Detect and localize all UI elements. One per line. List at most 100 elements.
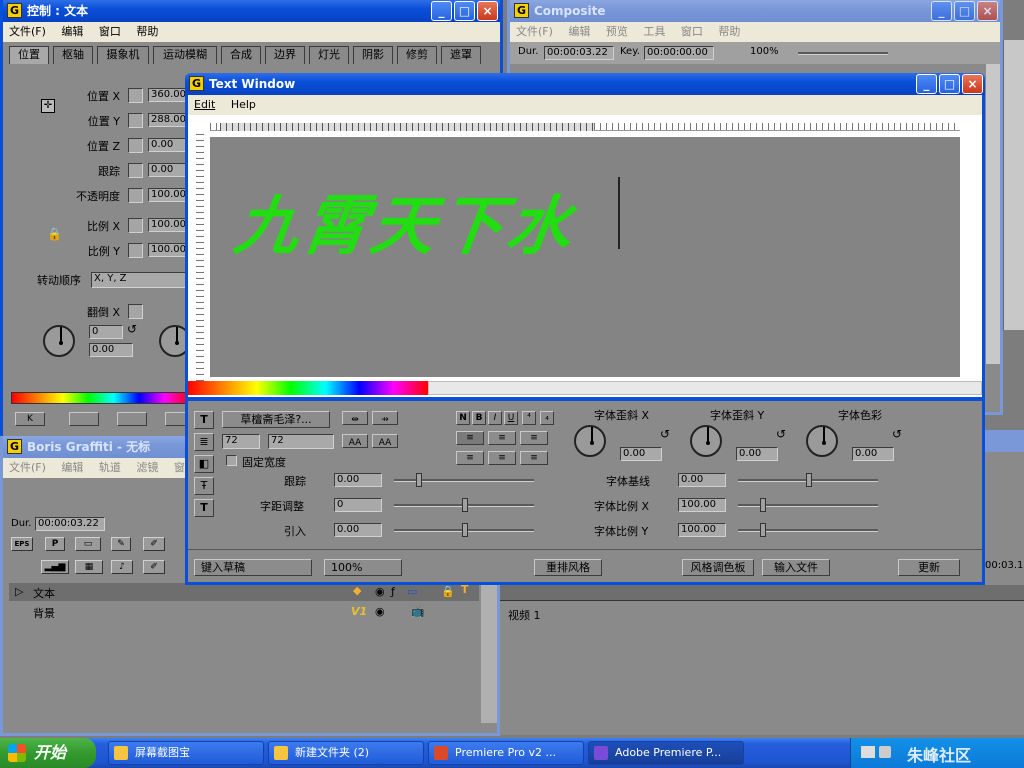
text-color-gradient[interactable]	[188, 381, 428, 395]
style-bold-button[interactable]: B	[472, 411, 486, 425]
expand-icon[interactable]: ▷	[15, 585, 23, 598]
close-icon[interactable]: ×	[977, 1, 998, 21]
tab-composite[interactable]: 合成	[221, 46, 261, 64]
composite-scrollbar[interactable]	[986, 64, 1000, 364]
style-underline-button[interactable]: U	[504, 411, 518, 425]
tab-mask[interactable]: 遮罩	[441, 46, 481, 64]
menu-edit[interactable]: 编辑	[562, 25, 596, 38]
skew-y-dial[interactable]	[690, 425, 722, 457]
style-n-button[interactable]: N	[456, 411, 470, 425]
track-row[interactable]: 背景 V1 ◉ 📺	[9, 603, 479, 621]
menu-file[interactable]: 文件(F)	[510, 25, 559, 38]
key-field[interactable]: 00:00:00.00	[644, 46, 714, 60]
fixed-width-check[interactable]	[226, 455, 237, 466]
close-icon[interactable]: ×	[477, 1, 498, 21]
track-row[interactable]: ▷ 文本 ◆ ◉ ƒ ▭ 🔒 T	[9, 583, 479, 601]
subscript-icon[interactable]: ₄	[540, 411, 554, 425]
justify-center-icon[interactable]: ≡	[488, 451, 516, 465]
lock-icon[interactable]: 🔒	[441, 585, 455, 598]
tab-shadow[interactable]: 阴影	[353, 46, 393, 64]
update-button[interactable]: 更新	[898, 559, 960, 576]
keyframe-check[interactable]	[128, 138, 143, 153]
reset-icon[interactable]: ↺	[660, 427, 670, 441]
style-palette-button[interactable]: 风格调色板	[682, 559, 754, 576]
color-gradient-bar[interactable]	[11, 392, 191, 404]
text-window-title-bar[interactable]: G Text Window _ □ ×	[185, 73, 985, 95]
menu-file[interactable]: 文件(F)	[3, 461, 52, 474]
scale-y-slider[interactable]	[738, 523, 878, 537]
leading-field[interactable]: 0.00	[334, 523, 382, 537]
vertical-ruler[interactable]	[196, 133, 204, 393]
rotation-order-select[interactable]: X, Y, Z	[91, 272, 191, 288]
tool-text-icon[interactable]: T	[194, 411, 214, 429]
timeline-ruler[interactable]	[500, 585, 1024, 601]
menu-window[interactable]: 窗口	[93, 25, 127, 38]
crosshair-icon[interactable]: ✛	[41, 99, 55, 113]
rotation-degrees-field[interactable]: 0.00	[89, 343, 133, 357]
taskbar-item[interactable]: 屏幕截图宝	[108, 741, 264, 765]
track-scrollbar[interactable]	[481, 583, 497, 723]
baseline-field[interactable]: 0.00	[678, 473, 726, 487]
justify-full-icon[interactable]: ≡	[520, 451, 548, 465]
rotation-turns-field[interactable]: 0	[89, 325, 123, 339]
tray-speaker-icon[interactable]	[879, 746, 891, 758]
reflow-style-button[interactable]: 重排风格	[534, 559, 602, 576]
keyframe-check[interactable]	[128, 113, 143, 128]
menu-track[interactable]: 轨道	[93, 461, 127, 474]
taskbar-item[interactable]: Premiere Pro v2 ...	[428, 741, 584, 765]
eye-icon[interactable]: ◉	[375, 605, 385, 618]
menu-tools[interactable]: 工具	[637, 25, 671, 38]
view-button[interactable]	[69, 412, 99, 426]
tray-keyboard-icon[interactable]	[861, 746, 875, 758]
tab-motion-blur[interactable]: 运动模糊	[153, 46, 217, 64]
tv-icon[interactable]: 📺	[411, 605, 425, 618]
font-color-field[interactable]: 0.00	[852, 447, 894, 461]
control-title-bar[interactable]: G 控制 : 文本 _ □ ×	[3, 0, 500, 22]
dur-field[interactable]: 00:00:03.22	[544, 46, 614, 60]
minimize-icon[interactable]: _	[916, 74, 937, 94]
maximize-icon[interactable]: □	[454, 1, 475, 21]
size-up-button[interactable]: AA	[372, 434, 398, 448]
menu-edit[interactable]: 编辑	[55, 461, 89, 474]
collapse-width-icon[interactable]: ⇸	[372, 411, 398, 425]
frame-icon[interactable]: ▭	[75, 537, 101, 551]
eps-button[interactable]: EPS	[11, 537, 33, 551]
composite-title-bar[interactable]: G Composite _ □ ×	[510, 0, 1000, 22]
skew-x-dial[interactable]	[574, 425, 606, 457]
maximize-icon[interactable]: □	[939, 74, 960, 94]
keyframe-check[interactable]	[128, 188, 143, 203]
edit-icon[interactable]: ✐	[143, 560, 165, 574]
tab-pivot[interactable]: 枢轴	[53, 46, 93, 64]
import-file-button[interactable]: 输入文件	[762, 559, 830, 576]
menu-help[interactable]: 帮助	[130, 25, 164, 38]
tool-outline-text-icon[interactable]: Ŧ	[194, 477, 214, 495]
taskbar-item[interactable]: Adobe Premiere P...	[588, 741, 744, 765]
skew-x-field[interactable]: 0.00	[620, 447, 662, 461]
effect-icon[interactable]: ƒ	[391, 585, 395, 598]
font-color-dial[interactable]	[806, 425, 838, 457]
tool-align-icon[interactable]: ≣	[194, 433, 214, 451]
align-right-icon[interactable]: ≡	[520, 431, 548, 445]
reset-icon[interactable]: ↺	[127, 322, 137, 336]
tool-shadow-text-icon[interactable]: T	[194, 499, 214, 517]
superscript-icon[interactable]: ⁴	[522, 411, 536, 425]
speaker-icon[interactable]: ♪	[111, 560, 133, 574]
expand-width-icon[interactable]: ⇹	[342, 411, 368, 425]
scale-x-slider[interactable]	[738, 498, 878, 512]
menu-edit[interactable]: Edit	[188, 98, 221, 111]
align-left-icon[interactable]: ≡	[456, 431, 484, 445]
text-hscroll[interactable]	[428, 381, 982, 395]
level-icon[interactable]: ▂▄▆	[41, 560, 69, 574]
keyframe-check[interactable]	[128, 218, 143, 233]
keyboard-icon[interactable]: ▦	[75, 560, 103, 574]
view-button[interactable]	[117, 412, 147, 426]
text-canvas[interactable]: 九霄天下水	[210, 137, 960, 377]
scale-y-field[interactable]: 100.00	[678, 523, 726, 537]
tracking-slider[interactable]	[394, 473, 534, 487]
font-size-field[interactable]: 72	[222, 434, 260, 449]
close-icon[interactable]: ×	[962, 74, 983, 94]
flip-x-check[interactable]	[128, 304, 143, 319]
menu-preview[interactable]: 预览	[600, 25, 634, 38]
tool-fill-icon[interactable]: ◧	[194, 455, 214, 473]
align-center-icon[interactable]: ≡	[488, 431, 516, 445]
